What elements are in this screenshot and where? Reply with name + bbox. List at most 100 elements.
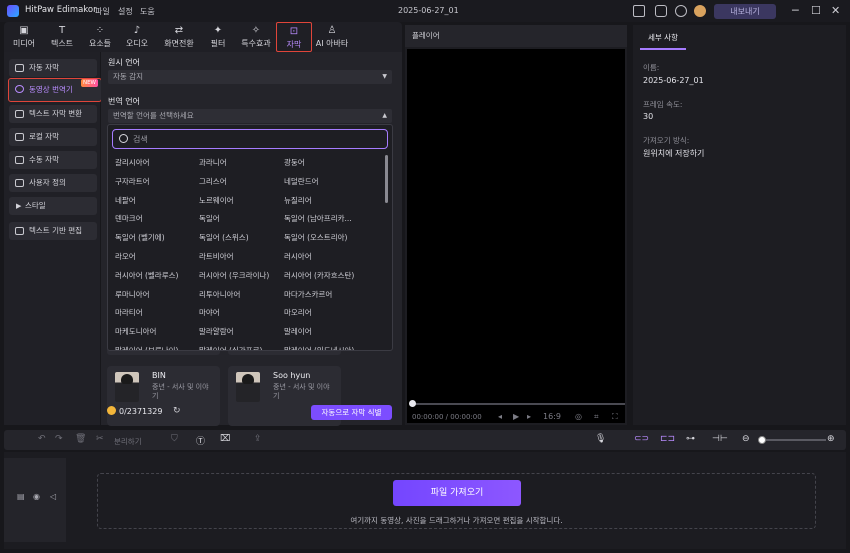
avatar-card[interactable]: BIN 중년 - 서사 및 이야기 [107,366,220,426]
language-option[interactable]: 말레이어 (싱가포르) [199,345,262,350]
magnet-icon[interactable]: ⊏⊐ [660,434,675,444]
track-lock-icon[interactable]: ▤ [17,492,25,501]
auto-identify-button[interactable]: 자동으로 자막 식별 [311,405,392,420]
play-icon[interactable]: ▶ [513,412,519,421]
language-option[interactable]: 마다가스카르어 [284,289,332,300]
language-option[interactable]: 과라니어 [199,157,227,168]
tab-transition[interactable]: ⇄ 화면전환 [159,22,199,52]
menu-help[interactable]: 도움 [140,6,155,17]
crop-icon[interactable]: ⌗ [594,412,599,422]
split-icon[interactable]: ✂ [96,434,104,444]
language-option[interactable]: 러시아어 [284,251,312,262]
language-option[interactable]: 러시아어 (우크라이나) [199,270,269,281]
sidebar-item-video-translator[interactable]: 동영상 번역기 NEW [8,78,102,102]
delete-icon[interactable]: 🗑 [75,434,86,444]
zoom-slider-handle[interactable] [758,436,766,444]
language-option[interactable]: 말레이어 (브루나이) [115,345,178,350]
seek-bar[interactable] [411,403,625,405]
microphone-icon[interactable]: 🎙 [595,434,606,444]
tab-elements[interactable]: ⁘ 요소들 [82,22,118,52]
sidebar-item-text-based-edit[interactable]: 텍스트 기반 편집 [9,222,97,240]
language-option[interactable]: 노르웨이어 [199,195,234,206]
speaker-icon[interactable]: ◁ [50,492,56,501]
minimize-icon[interactable]: ─ [792,4,799,17]
sidebar-item-auto-subtitle[interactable]: 자동 자막 [9,59,97,77]
language-option[interactable]: 말레이어 [284,326,312,337]
language-option[interactable]: 그리스어 [199,176,227,187]
seek-handle[interactable] [409,400,416,407]
source-language-select[interactable]: 자동 감지 ▼ [108,70,392,84]
link-icon[interactable]: ⊂⊃ [634,434,649,444]
text-tool-icon[interactable]: Ⓣ [196,434,205,447]
language-option[interactable]: 독일어 (벨기에) [115,232,165,243]
language-option[interactable]: 라오어 [115,251,136,262]
sidebar-item-manual-subtitle[interactable]: 수동 자막 [9,151,97,169]
zoom-in-icon[interactable]: ⊕ [827,434,835,444]
aspect-ratio-select[interactable]: 16:9 [543,412,561,421]
language-option[interactable]: 마야어 [199,307,220,318]
menu-file[interactable]: 파일 [95,6,110,17]
language-option[interactable]: 독일어 [199,213,220,224]
prev-frame-icon[interactable]: ◂ [498,412,502,421]
tab-filter[interactable]: ✦ 필터 [200,22,236,52]
language-option[interactable]: 마라티어 [115,307,143,318]
tab-effects[interactable]: ✧ 특수효과 [236,22,276,52]
eye-icon[interactable]: ◉ [33,492,40,501]
snapshot-icon[interactable]: ◎ [575,412,582,421]
tab-audio[interactable]: ♪ 오디오 [119,22,155,52]
next-frame-icon[interactable]: ▸ [527,412,531,421]
sidebar-item-style[interactable]: ▶ 스타일 [9,197,97,215]
language-option[interactable]: 독일어 (스위스) [199,232,249,243]
tab-ai-avatar[interactable]: ♙ AI 아바타 [312,22,352,52]
sidebar-item-tts[interactable]: 텍스트 자막 변환 [9,105,97,123]
snap-icon[interactable]: ⊶ [686,434,695,444]
redo-icon[interactable]: ↷ [55,434,63,444]
target-language-select[interactable]: 번역할 언어를 선택하세요 ▲ [108,109,392,123]
text-split-icon[interactable]: ⌧ [220,434,230,444]
scrollbar[interactable] [385,155,388,203]
fullscreen-icon[interactable]: ⛶ [612,412,618,422]
shield-icon[interactable]: ⛉ [171,434,178,444]
language-option[interactable]: 네덜란드어 [284,176,319,187]
language-option[interactable]: 덴마크어 [115,213,143,224]
language-option[interactable]: 뉴질리어 [284,195,312,206]
language-option[interactable]: 러시아어 (카자흐스탄) [284,270,354,281]
tab-subtitle[interactable]: ⊡ 자막 [276,22,312,52]
language-option[interactable]: 독일어 (오스트리아) [284,232,347,243]
tab-media[interactable]: ▣ 미디어 [6,22,42,52]
language-option[interactable]: 광둥어 [284,157,305,168]
refresh-icon[interactable]: ↻ [173,406,181,416]
menu-settings[interactable]: 설정 [118,6,133,17]
video-canvas[interactable] [407,49,625,423]
search-input[interactable] [133,132,373,146]
sidebar-item-local-subtitle[interactable]: 로컬 자막 [9,128,97,146]
avatar[interactable] [694,5,706,17]
sidebar-item-custom[interactable]: 사용자 정의 [9,174,97,192]
zoom-out-icon[interactable]: ⊖ [742,434,750,444]
language-option[interactable]: 마오리어 [284,307,312,318]
close-icon[interactable]: ✕ [831,4,840,17]
tab-details[interactable]: 세부 사항 [640,28,686,50]
language-search-field[interactable] [112,129,388,149]
language-option[interactable]: 말레이어 (인도네시아) [284,345,354,350]
language-option[interactable]: 루마니아어 [115,289,150,300]
language-option[interactable]: 독일어 (남아프리카... [284,213,352,224]
language-option[interactable]: 네팔어 [115,195,136,206]
maximize-icon[interactable]: ☐ [811,4,821,17]
language-option[interactable]: 말라얄람어 [199,326,234,337]
undo-icon[interactable]: ↶ [38,434,46,444]
split-label[interactable]: 분리하기 [114,436,142,447]
language-option[interactable]: 마케도니아어 [115,326,156,337]
language-option[interactable]: 구자라트어 [115,176,150,187]
zoom-slider[interactable] [764,439,826,441]
tab-text[interactable]: T 텍스트 [44,22,80,52]
language-option[interactable]: 갈리시아어 [115,157,150,168]
language-option[interactable]: 리투아니아어 [199,289,240,300]
export-button[interactable]: 내보내기 [714,4,776,19]
zoom-fit-icon[interactable]: ⊣⊢ [712,434,728,444]
download-icon[interactable] [675,5,687,17]
feedback-icon[interactable] [655,5,667,17]
language-option[interactable]: 러시아어 (벨라루스) [115,270,178,281]
language-option[interactable]: 라트비아어 [199,251,234,262]
export-clip-icon[interactable]: ⇪ [254,434,262,444]
